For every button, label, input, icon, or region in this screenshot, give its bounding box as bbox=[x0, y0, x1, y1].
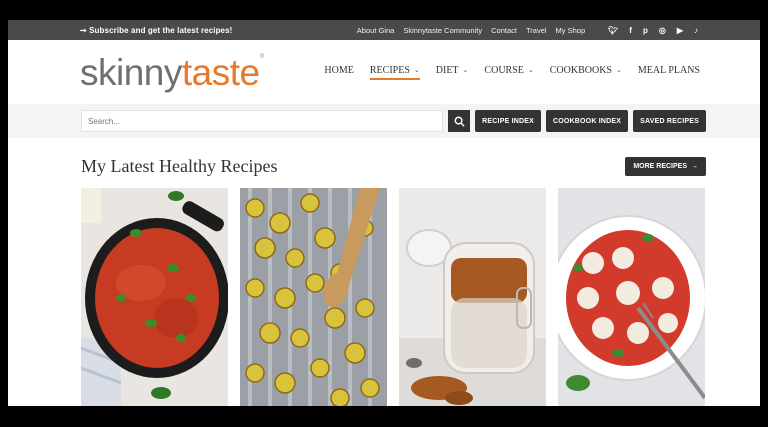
nav-meal-plans[interactable]: MEAL PLANS bbox=[638, 65, 700, 80]
search-row: RECIPE INDEX COOKBOOK INDEX SAVED RECIPE… bbox=[8, 104, 760, 138]
site-header: skinnytaste® HOME RECIPES ⌄ DIET ⌄ COURSE ⌄… bbox=[8, 40, 760, 104]
youtube-icon[interactable]: ▶ bbox=[677, 26, 683, 35]
subscribe-link[interactable]: ➞ Subscribe and get the latest recipes! bbox=[80, 26, 232, 35]
search-input[interactable] bbox=[81, 110, 444, 132]
community-link[interactable]: Skinnytaste Community bbox=[403, 26, 482, 35]
recipe-cards bbox=[8, 188, 760, 406]
arrow-right-icon: → bbox=[691, 162, 698, 170]
search-button[interactable] bbox=[448, 110, 471, 132]
nav-home[interactable]: HOME bbox=[324, 65, 353, 80]
chevron-down-icon: ⌄ bbox=[615, 66, 622, 74]
tiktok-icon[interactable]: ♪ bbox=[694, 26, 698, 35]
social-icons: 🐦︎ f p ◎ ▶ ♪ bbox=[608, 26, 698, 35]
facebook-icon[interactable]: f bbox=[629, 26, 632, 35]
recipe-card-squash[interactable] bbox=[240, 188, 387, 406]
section-title: My Latest Healthy Recipes bbox=[81, 155, 278, 176]
skinnytaste-logo[interactable]: skinnytaste® bbox=[80, 54, 264, 91]
top-links: About Gina Skinnytaste Community Contact… bbox=[357, 26, 698, 35]
spice-jar-image bbox=[399, 188, 546, 406]
nav-course[interactable]: COURSE ⌄ bbox=[484, 65, 533, 80]
nav-diet[interactable]: DIET ⌄ bbox=[436, 65, 469, 80]
travel-link[interactable]: Travel bbox=[526, 26, 547, 35]
pinterest-icon[interactable]: p bbox=[643, 26, 648, 35]
skillet-image bbox=[81, 188, 228, 406]
nav-cookbooks[interactable]: COOKBOOKS ⌄ bbox=[550, 65, 622, 80]
more-recipes-button[interactable]: MORE RECIPES → bbox=[625, 156, 706, 176]
nav-recipes[interactable]: RECIPES ⌄ bbox=[369, 65, 420, 80]
search-icon bbox=[454, 116, 465, 127]
main-nav: HOME RECIPES ⌄ DIET ⌄ COURSE ⌄ COOKBOOKS ⌄ M… bbox=[324, 65, 700, 80]
squash-image bbox=[240, 188, 387, 406]
recipe-card-spice[interactable] bbox=[399, 188, 546, 406]
chevron-down-icon: ⌄ bbox=[413, 66, 420, 74]
top-bar: ➞ Subscribe and get the latest recipes! … bbox=[8, 20, 760, 40]
cookbook-index-button[interactable]: COOKBOOK INDEX bbox=[545, 110, 629, 132]
instagram-icon[interactable]: ◎ bbox=[659, 26, 666, 35]
twitter-icon[interactable]: 🐦︎ bbox=[608, 26, 618, 35]
chevron-down-icon: ⌄ bbox=[462, 66, 469, 74]
browser-page: ➞ Subscribe and get the latest recipes! … bbox=[8, 20, 760, 406]
recipe-index-button[interactable]: RECIPE INDEX bbox=[475, 110, 541, 132]
recipe-card-meatballs[interactable] bbox=[558, 188, 705, 406]
contact-link[interactable]: Contact bbox=[491, 26, 517, 35]
chevron-down-icon: ⌄ bbox=[527, 66, 534, 74]
latest-recipes-header: My Latest Healthy Recipes MORE RECIPES → bbox=[8, 150, 760, 182]
saved-recipes-button[interactable]: SAVED RECIPES bbox=[633, 110, 706, 132]
shop-link[interactable]: My Shop bbox=[556, 26, 586, 35]
meatballs-image bbox=[558, 188, 705, 406]
recipe-card-skillet[interactable] bbox=[81, 188, 228, 406]
about-link[interactable]: About Gina bbox=[357, 26, 395, 35]
